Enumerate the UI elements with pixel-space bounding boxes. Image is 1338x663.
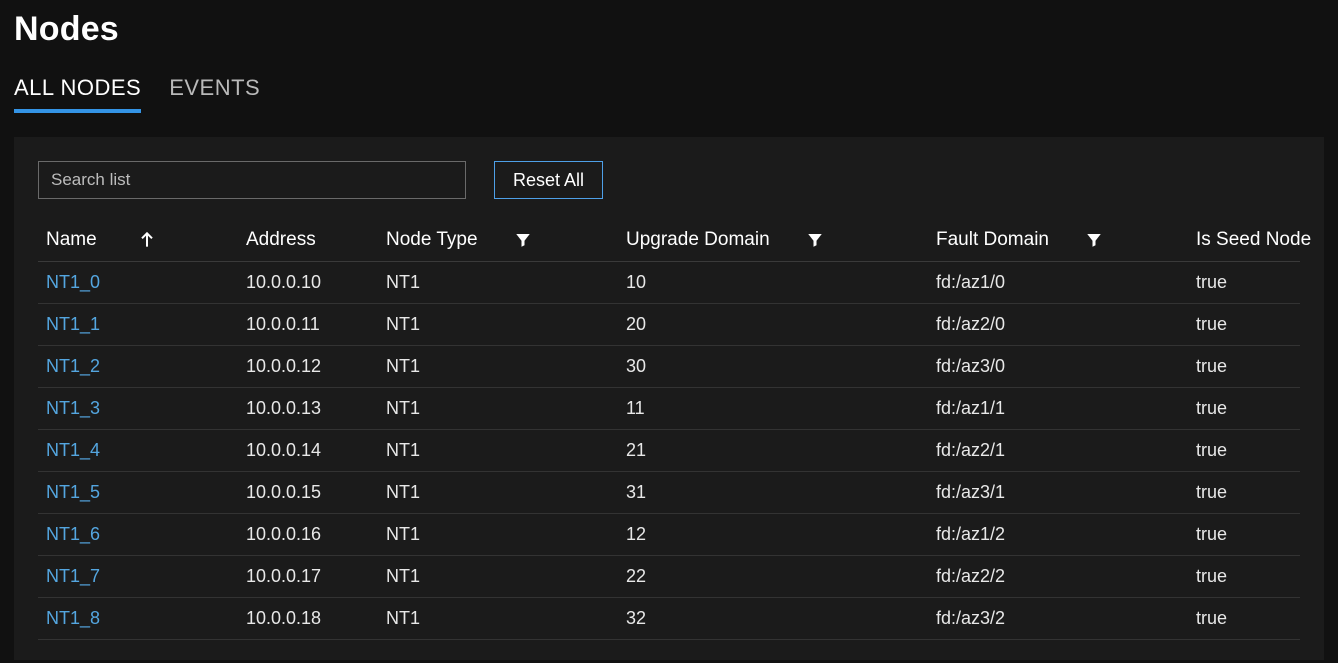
cell-upgrade-domain: 31 <box>618 472 928 514</box>
cell-node-type: NT1 <box>378 388 618 430</box>
cell-name[interactable]: NT1_5 <box>38 472 238 514</box>
cell-upgrade-domain: 30 <box>618 346 928 388</box>
cell-is-seed: true <box>1188 262 1300 304</box>
col-header-address-label: Address <box>246 229 316 250</box>
cell-address: 10.0.0.11 <box>238 304 378 346</box>
cell-name[interactable]: NT1_4 <box>38 430 238 472</box>
table-row: NT1_210.0.0.12NT130fd:/az3/0true <box>38 346 1300 388</box>
toolbar: Reset All <box>38 161 1300 199</box>
cell-node-type: NT1 <box>378 514 618 556</box>
cell-fault-domain: fd:/az2/2 <box>928 556 1188 598</box>
cell-is-seed: true <box>1188 598 1300 640</box>
cell-upgrade-domain: 11 <box>618 388 928 430</box>
cell-is-seed: true <box>1188 304 1300 346</box>
cell-is-seed: true <box>1188 430 1300 472</box>
cell-address: 10.0.0.15 <box>238 472 378 514</box>
col-header-is-seed-label: Is Seed Node <box>1196 229 1311 250</box>
cell-fault-domain: fd:/az3/1 <box>928 472 1188 514</box>
cell-name[interactable]: NT1_0 <box>38 262 238 304</box>
col-header-upgrade-domain-label: Upgrade Domain <box>626 229 770 251</box>
cell-name[interactable]: NT1_8 <box>38 598 238 640</box>
col-header-fault-domain-label: Fault Domain <box>936 229 1049 251</box>
col-header-node-type-label: Node Type <box>386 229 478 251</box>
table-row: NT1_510.0.0.15NT131fd:/az3/1true <box>38 472 1300 514</box>
page-title: Nodes <box>14 10 1324 49</box>
col-header-upgrade-domain[interactable]: Upgrade Domain <box>618 219 928 262</box>
nodes-table: Name Address <box>38 219 1300 640</box>
content-panel: Reset All Name <box>14 137 1324 660</box>
cell-node-type: NT1 <box>378 430 618 472</box>
cell-fault-domain: fd:/az1/1 <box>928 388 1188 430</box>
cell-node-type: NT1 <box>378 556 618 598</box>
cell-fault-domain: fd:/az1/0 <box>928 262 1188 304</box>
col-header-fault-domain[interactable]: Fault Domain <box>928 219 1188 262</box>
cell-name[interactable]: NT1_2 <box>38 346 238 388</box>
cell-name[interactable]: NT1_3 <box>38 388 238 430</box>
cell-upgrade-domain: 20 <box>618 304 928 346</box>
table-row: NT1_410.0.0.14NT121fd:/az2/1true <box>38 430 1300 472</box>
filter-icon[interactable] <box>806 231 824 249</box>
cell-fault-domain: fd:/az1/2 <box>928 514 1188 556</box>
cell-upgrade-domain: 32 <box>618 598 928 640</box>
filter-icon[interactable] <box>514 231 532 249</box>
table-row: NT1_710.0.0.17NT122fd:/az2/2true <box>38 556 1300 598</box>
cell-upgrade-domain: 21 <box>618 430 928 472</box>
cell-address: 10.0.0.13 <box>238 388 378 430</box>
cell-address: 10.0.0.12 <box>238 346 378 388</box>
cell-address: 10.0.0.18 <box>238 598 378 640</box>
cell-is-seed: true <box>1188 472 1300 514</box>
cell-name[interactable]: NT1_6 <box>38 514 238 556</box>
cell-name[interactable]: NT1_1 <box>38 304 238 346</box>
cell-address: 10.0.0.16 <box>238 514 378 556</box>
cell-node-type: NT1 <box>378 598 618 640</box>
table-row: NT1_310.0.0.13NT111fd:/az1/1true <box>38 388 1300 430</box>
col-header-name-label: Name <box>46 229 97 251</box>
cell-address: 10.0.0.10 <box>238 262 378 304</box>
cell-node-type: NT1 <box>378 304 618 346</box>
cell-fault-domain: fd:/az2/0 <box>928 304 1188 346</box>
cell-fault-domain: fd:/az3/2 <box>928 598 1188 640</box>
cell-is-seed: true <box>1188 346 1300 388</box>
filter-icon[interactable] <box>1085 231 1103 249</box>
cell-upgrade-domain: 12 <box>618 514 928 556</box>
tab-all-nodes[interactable]: ALL NODES <box>14 75 141 113</box>
cell-node-type: NT1 <box>378 262 618 304</box>
table-row: NT1_010.0.0.10NT110fd:/az1/0true <box>38 262 1300 304</box>
col-header-node-type[interactable]: Node Type <box>378 219 618 262</box>
cell-address: 10.0.0.17 <box>238 556 378 598</box>
cell-is-seed: true <box>1188 388 1300 430</box>
cell-name[interactable]: NT1_7 <box>38 556 238 598</box>
cell-node-type: NT1 <box>378 472 618 514</box>
cell-upgrade-domain: 10 <box>618 262 928 304</box>
cell-fault-domain: fd:/az2/1 <box>928 430 1188 472</box>
cell-is-seed: true <box>1188 556 1300 598</box>
reset-all-button[interactable]: Reset All <box>494 161 603 199</box>
table-header-row: Name Address <box>38 219 1300 262</box>
col-header-address[interactable]: Address <box>238 219 378 262</box>
cell-upgrade-domain: 22 <box>618 556 928 598</box>
cell-is-seed: true <box>1188 514 1300 556</box>
tabs: ALL NODES EVENTS <box>14 75 1324 113</box>
cell-fault-domain: fd:/az3/0 <box>928 346 1188 388</box>
cell-node-type: NT1 <box>378 346 618 388</box>
col-header-is-seed[interactable]: Is Seed Node <box>1188 219 1300 262</box>
search-input[interactable] <box>38 161 466 199</box>
table-row: NT1_810.0.0.18NT132fd:/az3/2true <box>38 598 1300 640</box>
table-row: NT1_110.0.0.11NT120fd:/az2/0true <box>38 304 1300 346</box>
table-row: NT1_610.0.0.16NT112fd:/az1/2true <box>38 514 1300 556</box>
tab-events[interactable]: EVENTS <box>169 75 260 113</box>
cell-address: 10.0.0.14 <box>238 430 378 472</box>
col-header-name[interactable]: Name <box>38 219 238 262</box>
sort-ascending-icon[interactable] <box>137 230 157 250</box>
